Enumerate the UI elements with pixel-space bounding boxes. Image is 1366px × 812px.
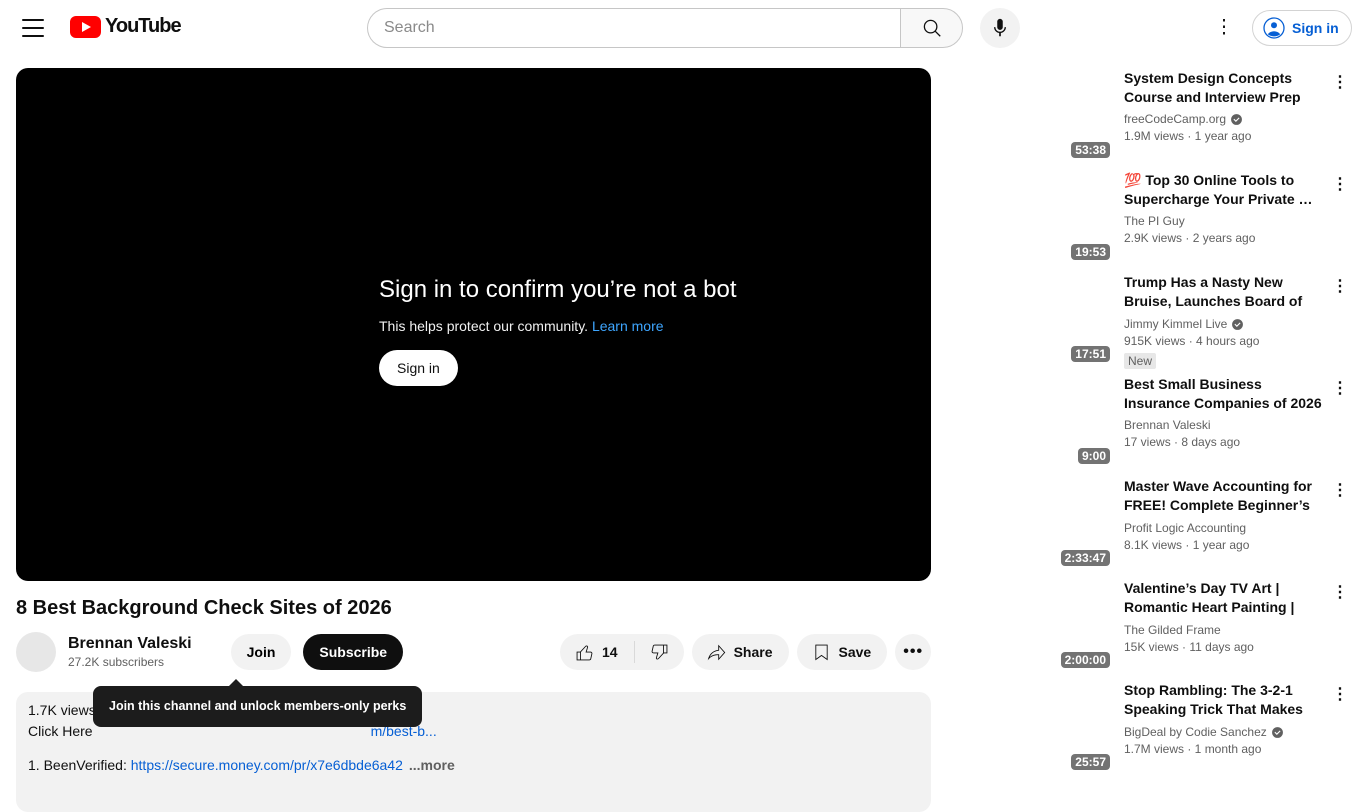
video-title[interactable]: Valentine’s Day TV Art | Romantic Heart … <box>1124 578 1326 618</box>
video-thumbnail[interactable]: 17:51 <box>948 272 1116 366</box>
video-channel[interactable]: freeCodeCamp.org <box>1124 112 1326 126</box>
video-thumbnail[interactable]: 2:00:00 <box>948 578 1116 672</box>
search-input[interactable] <box>367 8 900 48</box>
mic-icon <box>989 17 1011 39</box>
verified-icon <box>1231 318 1244 331</box>
list-item[interactable]: 2:00:00 Valentine’s Day TV Art | Romanti… <box>948 578 1350 672</box>
player-sign-in-button[interactable]: Sign in <box>379 350 458 386</box>
youtube-logo-text: YouTube <box>105 15 182 37</box>
video-thumbnail[interactable]: 25:57 <box>948 680 1116 774</box>
list-item[interactable]: 17:51 Trump Has a Nasty New Bruise, Laun… <box>948 272 1350 369</box>
action-bar: 14 Share Save ••• <box>560 634 932 670</box>
bot-check-headline: Sign in to confirm you’re not a bot <box>379 276 737 303</box>
video-channel[interactable]: Jimmy Kimmel Live <box>1124 317 1326 331</box>
list-item[interactable]: 9:00 Best Small Business Insurance Compa… <box>948 374 1350 468</box>
video-title[interactable]: System Design Concepts Course and Interv… <box>1124 68 1326 107</box>
video-options-icon[interactable]: ⋮ <box>1330 480 1350 500</box>
like-button[interactable]: 14 <box>560 634 634 670</box>
verified-icon <box>1230 113 1243 126</box>
search-bar <box>367 8 963 48</box>
video-thumbnail[interactable]: 9:00 <box>948 374 1116 468</box>
video-title[interactable]: Trump Has a Nasty New Bruise, Launches B… <box>1124 272 1326 312</box>
video-options-icon[interactable]: ⋮ <box>1330 684 1350 704</box>
video-channel[interactable]: The PI Guy <box>1124 214 1326 228</box>
thumbs-up-icon <box>574 642 595 663</box>
video-channel[interactable]: The Gilded Frame <box>1124 623 1326 637</box>
list-item[interactable]: 2:33:47 Master Wave Accounting for FREE!… <box>948 476 1350 570</box>
duration-badge: 2:00:00 <box>1060 652 1110 668</box>
video-channel[interactable]: BigDeal by Codie Sanchez <box>1124 725 1326 739</box>
top-bar: YouTube ⋮ Sign in <box>0 0 1366 56</box>
video-meta: 15K views · 11 days ago <box>1124 640 1254 654</box>
video-meta: 8.1K views · 1 year ago <box>1124 538 1250 552</box>
person-icon <box>1262 16 1286 40</box>
list-item[interactable]: 53:38 System Design Concepts Course and … <box>948 68 1350 162</box>
share-label: Share <box>733 644 773 660</box>
share-icon <box>706 642 727 663</box>
video-channel[interactable]: Profit Logic Accounting <box>1124 521 1326 535</box>
sign-in-button[interactable]: Sign in <box>1252 10 1352 46</box>
video-title[interactable]: 💯 Top 30 Online Tools to Supercharge You… <box>1124 170 1326 209</box>
channel-name[interactable]: Brennan Valeski <box>68 635 192 653</box>
channel-avatar[interactable] <box>16 632 56 672</box>
video-options-icon[interactable]: ⋮ <box>1330 378 1350 398</box>
video-meta: 2.9K views · 2 years ago <box>1124 231 1256 245</box>
duration-badge: 19:53 <box>1071 244 1110 260</box>
channel-row: Brennan Valeski 27.2K subscribers Join S… <box>16 630 404 674</box>
description-line-3: 1. BeenVerified: https://secure.money.co… <box>28 757 455 773</box>
share-button[interactable]: Share <box>691 634 789 670</box>
video-options-icon[interactable]: ⋮ <box>1330 582 1350 602</box>
video-channel[interactable]: Brennan Valeski <box>1124 418 1326 432</box>
thumbs-down-icon <box>649 642 670 663</box>
mic-button[interactable] <box>980 8 1020 48</box>
video-thumbnail[interactable]: 19:53 <box>948 170 1116 264</box>
list-item[interactable]: 19:53 💯 Top 30 Online Tools to Superchar… <box>948 170 1350 264</box>
dislike-button[interactable] <box>635 634 684 670</box>
duration-badge: 2:33:47 <box>1060 550 1110 566</box>
bookmark-icon <box>811 642 832 663</box>
menu-icon[interactable] <box>21 17 45 39</box>
save-button[interactable]: Save <box>796 634 888 670</box>
save-label: Save <box>838 644 872 660</box>
search-icon <box>921 17 943 39</box>
list-item[interactable]: 25:57 Stop Rambling: The 3-2-1 Speaking … <box>948 680 1350 774</box>
bot-check-subtext: This helps protect our community. <box>379 318 589 334</box>
search-button[interactable] <box>900 8 963 48</box>
subscribe-button[interactable]: Subscribe <box>303 634 404 670</box>
settings-menu-icon[interactable]: ⋮ <box>1210 14 1238 42</box>
like-count: 14 <box>602 644 618 660</box>
bot-check-message: Sign in to confirm you’re not a bot This… <box>379 276 737 386</box>
related-videos: 53:38 System Design Concepts Course and … <box>948 68 1350 782</box>
video-title[interactable]: Master Wave Accounting for FREE! Complet… <box>1124 476 1326 516</box>
video-options-icon[interactable]: ⋮ <box>1330 174 1350 194</box>
video-title[interactable]: Stop Rambling: The 3-2-1 Speaking Trick … <box>1124 680 1326 720</box>
subscriber-count: 27.2K subscribers <box>68 655 165 669</box>
video-options-icon[interactable]: ⋮ <box>1330 276 1350 296</box>
new-badge: New <box>1124 353 1157 369</box>
youtube-play-icon <box>70 15 101 38</box>
duration-badge: 17:51 <box>1071 346 1110 362</box>
join-tooltip: Join this channel and unlock members-onl… <box>93 679 423 727</box>
video-meta: 17 views · 8 days ago <box>1124 435 1241 449</box>
video-title: 8 Best Background Check Sites of 2026 <box>16 597 392 619</box>
video-meta: 915K views · 4 hours ago <box>1124 334 1260 348</box>
video-thumbnail[interactable]: 2:33:47 <box>948 476 1116 570</box>
more-actions-button[interactable]: ••• <box>895 634 932 670</box>
sign-in-label: Sign in <box>1292 20 1339 36</box>
video-thumbnail[interactable]: 53:38 <box>948 68 1116 162</box>
video-player[interactable]: Sign in to confirm you’re not a bot This… <box>16 68 931 581</box>
youtube-logo[interactable]: YouTube <box>70 15 182 38</box>
like-dislike-pill: 14 <box>560 634 684 670</box>
join-button[interactable]: Join <box>230 634 292 670</box>
video-meta: 1.7M views · 1 month ago <box>1124 742 1262 756</box>
expand-description-button[interactable]: ...more <box>409 757 455 773</box>
verified-icon <box>1271 726 1284 739</box>
learn-more-link[interactable]: Learn more <box>592 318 664 334</box>
beenverified-link[interactable]: https://secure.money.com/pr/x7e6dbde6a42 <box>131 757 403 773</box>
video-title[interactable]: Best Small Business Insurance Companies … <box>1124 374 1326 413</box>
video-options-icon[interactable]: ⋮ <box>1330 72 1350 92</box>
duration-badge: 53:38 <box>1071 142 1110 158</box>
video-meta: 1.9M views · 1 year ago <box>1124 129 1252 143</box>
duration-badge: 9:00 <box>1077 448 1110 464</box>
